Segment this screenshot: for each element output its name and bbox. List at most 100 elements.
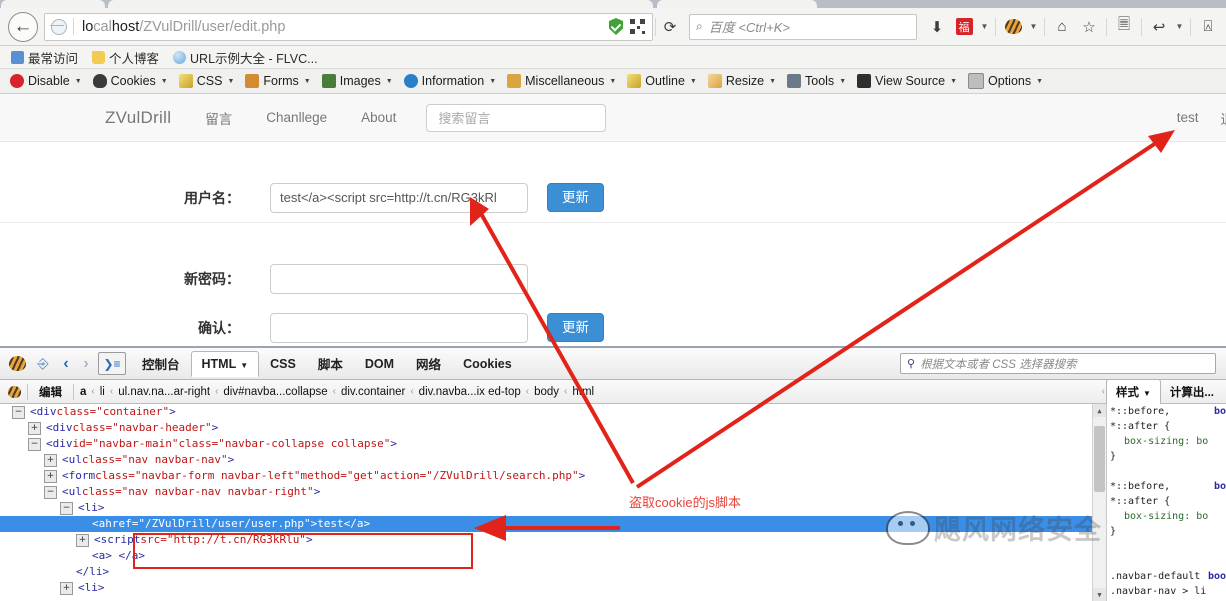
url-bar[interactable]: localhost/ZVulDrill/user/edit.php	[44, 13, 653, 41]
scroll-up-icon[interactable]: ▲	[1093, 404, 1106, 417]
css-rule-line[interactable]	[1110, 539, 1226, 554]
css-rule-line[interactable]: *::before,bo	[1110, 479, 1226, 494]
html-tree-row[interactable]: −<div id="navbar-main" class="navbar-col…	[0, 436, 1106, 452]
css-rule-line[interactable]: .navbar-nav > li	[1110, 584, 1226, 599]
html-tree-row[interactable]: +<ul class="nav navbar-nav">	[0, 452, 1106, 468]
firebug-edit-button[interactable]: 编辑	[30, 384, 71, 400]
firebug-search-input[interactable]: ⚲ 根据文本或者 CSS 选择器搜索	[900, 353, 1216, 374]
webdev-outline-menu[interactable]: Outline▼	[622, 74, 702, 88]
expand-twisty-icon[interactable]: +	[76, 534, 89, 547]
firebug-side-tab-style[interactable]: 样式▼	[1106, 379, 1161, 405]
webdev-css-menu[interactable]: CSS▼	[174, 74, 240, 88]
firebug-inspect-toggle-icon[interactable]	[5, 381, 23, 403]
nav-item-messages[interactable]: 留言	[205, 108, 232, 128]
bookmark-item[interactable]: 最常访问	[6, 47, 83, 68]
html-tree-row[interactable]: +<form class="navbar-form navbar-left" m…	[0, 468, 1106, 484]
chevron-down-icon[interactable]: ▼	[1174, 22, 1185, 31]
inspect-element-icon[interactable]: ⎆	[32, 353, 54, 375]
webdev-view-source-menu[interactable]: View Source▼	[852, 74, 962, 88]
bookmark-item[interactable]: URL示例大全 - FLVC...	[168, 47, 323, 68]
webdev-miscellaneous-menu[interactable]: Miscellaneous▼	[502, 74, 621, 88]
firebug-back-button[interactable]: ‹	[56, 355, 76, 373]
webdev-information-menu[interactable]: Information▼	[399, 74, 501, 88]
breadcrumb-item-a[interactable]: a	[76, 386, 90, 398]
html-tree-row[interactable]: +<li>	[0, 580, 1106, 596]
breadcrumb-item-navbar-collapse[interactable]: div#navba...collapse	[219, 386, 331, 398]
breadcrumb-item-html[interactable]: html	[568, 386, 598, 398]
nav-item-about[interactable]: About	[361, 110, 396, 125]
css-rule-line[interactable]: }	[1110, 449, 1226, 464]
firebug-style-pane[interactable]: *::before,bo*::after {box-sizing: bo} *:…	[1106, 404, 1226, 601]
css-rule-line[interactable]: box-sizing: bo	[1110, 509, 1226, 524]
browser-tab[interactable]	[1, 0, 105, 8]
nav-item-user-test[interactable]: test	[1177, 110, 1199, 125]
breadcrumb-item-li[interactable]: li	[96, 386, 109, 398]
webdev-cookies-menu[interactable]: Cookies▼	[88, 74, 173, 88]
home-icon[interactable]: ⌂	[1050, 14, 1074, 40]
expand-twisty-icon[interactable]: +	[28, 422, 41, 435]
firebug-forward-button[interactable]: ›	[76, 355, 96, 373]
html-tree-row-selected[interactable]: <a href="/ZVulDrill/user/user.php">test<…	[0, 516, 1106, 532]
firebug-tab-console[interactable]: 控制台	[131, 348, 191, 379]
breadcrumb-item-navbar-fixed-top[interactable]: div.navba...ix ed-top	[415, 386, 525, 398]
shield-check-icon[interactable]	[609, 18, 623, 35]
css-source-link[interactable]: bo	[1214, 404, 1226, 419]
site-search-input[interactable]: 搜索留言	[426, 104, 606, 132]
scroll-down-icon[interactable]: ▼	[1093, 588, 1106, 601]
expand-twisty-icon[interactable]: +	[60, 582, 73, 595]
qr-code-icon[interactable]	[630, 19, 645, 34]
fuli-addon-icon[interactable]: 福	[952, 14, 976, 40]
css-rule-line[interactable]: *::after {	[1110, 419, 1226, 434]
firebug-tab-dom[interactable]: DOM	[354, 351, 405, 377]
webdev-tools-menu[interactable]: Tools▼	[782, 74, 851, 88]
update-username-button[interactable]: 更新	[547, 183, 604, 213]
site-brand[interactable]: ZVulDrill	[105, 108, 171, 128]
css-source-link[interactable]: boo	[1208, 569, 1226, 584]
reload-button[interactable]: ⟳	[658, 14, 682, 40]
firebug-tab-script[interactable]: 脚本	[307, 348, 354, 379]
firebug-panel-menu-button[interactable]: ❯≡	[98, 352, 126, 375]
back-button[interactable]: ←	[8, 12, 38, 42]
html-tree-row[interactable]: −<ul class="nav navbar-nav navbar-right"…	[0, 484, 1106, 500]
collapse-twisty-icon[interactable]: −	[44, 486, 57, 499]
html-tree-row[interactable]: +<div class="navbar-header">	[0, 420, 1106, 436]
css-source-link[interactable]: bo	[1214, 479, 1226, 494]
css-rule-line[interactable]: *::after {	[1110, 494, 1226, 509]
css-rule-line[interactable]: }	[1110, 524, 1226, 539]
browser-tab-active[interactable]	[108, 0, 653, 8]
firebug-html-tree[interactable]: −<div class="container">+<div class="nav…	[0, 404, 1106, 601]
browser-tab[interactable]	[657, 0, 817, 8]
breadcrumb-item-ul[interactable]: ul.nav.na...ar-right	[114, 386, 214, 398]
webdev-disable-menu[interactable]: Disable▼	[5, 74, 87, 88]
webdev-images-menu[interactable]: Images▼	[317, 74, 398, 88]
html-tree-row[interactable]: −<div class="container">	[0, 404, 1106, 420]
html-tree-row[interactable]: −<li>	[0, 500, 1106, 516]
breadcrumb-item-container[interactable]: div.container	[337, 386, 409, 398]
library-icon[interactable]: 🗏	[1112, 14, 1136, 40]
new-password-input[interactable]	[270, 264, 528, 294]
bookmark-item[interactable]: 个人博客	[87, 47, 164, 68]
css-rule-line[interactable]: .navbar-defaultboo	[1110, 569, 1226, 584]
collapse-twisty-icon[interactable]: −	[12, 406, 25, 419]
firebug-bug-icon[interactable]	[6, 353, 28, 375]
firebug-tab-html[interactable]: HTML▼	[191, 351, 260, 377]
firebug-tab-cookies[interactable]: Cookies	[452, 351, 523, 377]
bee-addon-icon[interactable]	[1001, 14, 1025, 40]
bookmark-star-icon[interactable]: ☆	[1077, 14, 1101, 40]
collapse-twisty-icon[interactable]: −	[28, 438, 41, 451]
update-password-button[interactable]: 更新	[547, 313, 604, 343]
css-rule-line[interactable]	[1110, 464, 1226, 479]
screenshot-icon[interactable]: ⍓	[1196, 14, 1220, 40]
firebug-tab-network[interactable]: 网络	[405, 348, 452, 379]
chevron-down-icon[interactable]: ▼	[979, 22, 990, 31]
browser-search-input[interactable]: ⌕ 百度 <Ctrl+K>	[689, 14, 917, 40]
firebug-tab-css[interactable]: CSS	[259, 351, 307, 377]
undo-icon[interactable]: ↩	[1147, 14, 1171, 40]
collapse-twisty-icon[interactable]: −	[60, 502, 73, 515]
firebug-html-scrollbar[interactable]: ▲ ▼	[1092, 404, 1106, 601]
chevron-down-icon[interactable]: ▼	[1028, 22, 1039, 31]
nav-item-chanllege[interactable]: Chanllege	[266, 110, 327, 125]
confirm-password-input[interactable]	[270, 313, 528, 343]
css-rule-line[interactable]: *::before,bo	[1110, 404, 1226, 419]
webdev-forms-menu[interactable]: Forms▼	[240, 74, 315, 88]
